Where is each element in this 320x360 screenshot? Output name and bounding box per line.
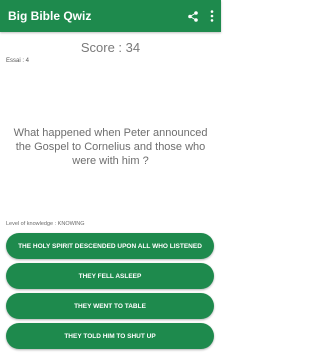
- answer-list: THE HOLY SPIRIT DESCENDED UPON ALL WHO L…: [6, 233, 214, 353]
- answer-button-1[interactable]: THE HOLY SPIRIT DESCENDED UPON ALL WHO L…: [6, 233, 214, 259]
- app-bar: Big Bible Qwiz: [0, 0, 221, 32]
- knowledge-level-label: Level of knowledge : KNOWING: [6, 221, 85, 227]
- answer-button-4[interactable]: THEY TOLD HIM TO SHUT UP: [6, 323, 214, 349]
- question-text: What happened when Peter announced the G…: [13, 127, 208, 167]
- answer-button-2[interactable]: THEY FELL ASLEEP: [6, 263, 214, 289]
- app-title: Big Bible Qwiz: [8, 9, 92, 23]
- answer-button-3[interactable]: THEY WENT TO TABLE: [6, 293, 214, 319]
- more-vert-icon[interactable]: [207, 6, 217, 26]
- tries-label: Essai : 4: [6, 58, 30, 64]
- share-icon[interactable]: [185, 6, 201, 26]
- score-label: Score : 34: [80, 40, 141, 55]
